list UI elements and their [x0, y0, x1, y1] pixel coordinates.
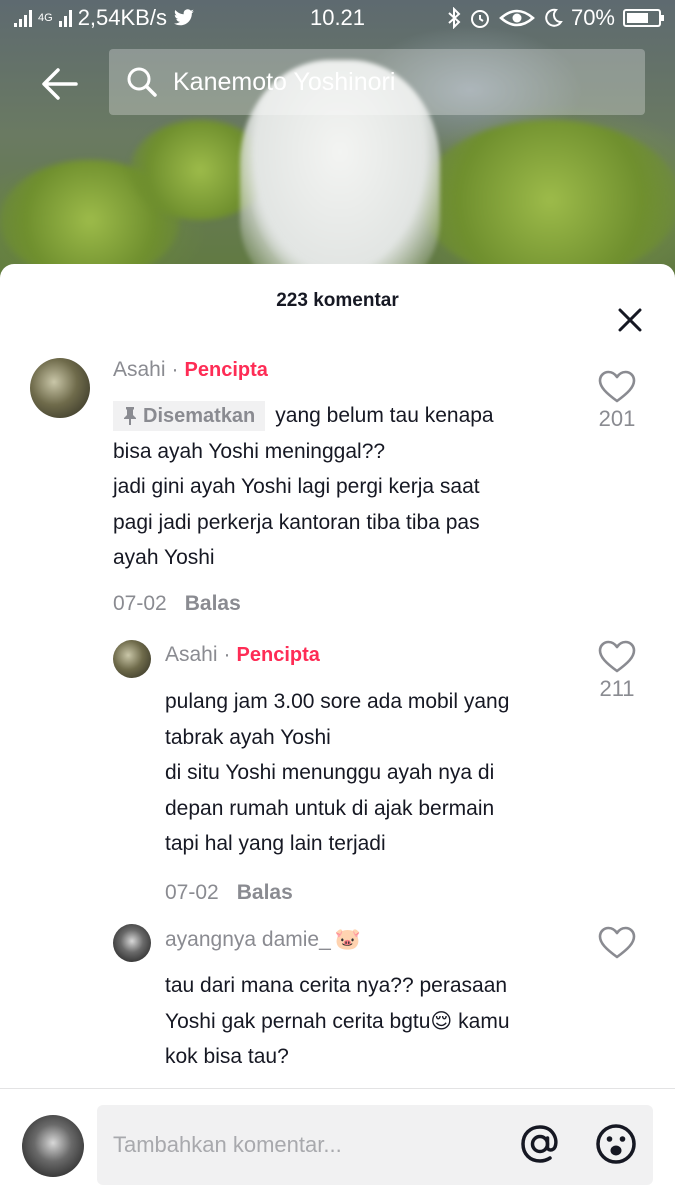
- username-text: Asahi: [113, 358, 166, 381]
- avatar[interactable]: [113, 640, 151, 678]
- reply-button[interactable]: Balas: [237, 881, 293, 905]
- bluetooth-icon: [448, 7, 461, 29]
- battery-icon: [623, 9, 664, 27]
- back-arrow-icon: [42, 68, 78, 100]
- avatar[interactable]: [30, 358, 90, 418]
- moon-icon: [545, 8, 563, 27]
- comment-input[interactable]: Tambahkan komentar...: [97, 1105, 653, 1185]
- close-button[interactable]: [610, 300, 650, 340]
- comment-line: tabrak ayah Yoshi: [165, 725, 331, 749]
- comment-meta: 07-02 Balas: [113, 592, 241, 616]
- heart-icon: [598, 926, 636, 959]
- comment-body: pulang jam 3.00 sore ada mobil yang tabr…: [165, 684, 585, 862]
- battery-level: [627, 13, 648, 23]
- username-text: ayangnya damie_: [165, 928, 331, 951]
- at-sign-icon: [521, 1125, 558, 1163]
- pinned-tag: Disematkan: [113, 401, 266, 432]
- comment-meta: 07-02 Balas: [165, 881, 293, 905]
- back-button[interactable]: [36, 60, 84, 108]
- username-text: Asahi: [165, 643, 218, 666]
- comment-line: depan rumah untuk di ajak bermain: [165, 796, 495, 820]
- user-avatar[interactable]: [22, 1115, 84, 1177]
- creator-badge: Pencipta: [184, 358, 268, 381]
- divider: [0, 1088, 675, 1089]
- separator-dot: ·: [223, 643, 231, 666]
- search-icon: [127, 67, 157, 97]
- network-speed: 2,54KB/s: [77, 5, 167, 30]
- comment-date: 07-02: [165, 881, 219, 904]
- comment-input-placeholder: Tambahkan komentar...: [113, 1132, 342, 1157]
- pin-icon: [124, 407, 136, 426]
- foliage: [420, 120, 675, 280]
- pig-emoji: 🐷: [334, 928, 361, 951]
- pinned-label: Disematkan: [143, 404, 256, 427]
- comment-line: ayah Yoshi: [113, 546, 215, 569]
- relieved-emoji: 😌: [430, 1009, 453, 1033]
- signal-icon: [58, 9, 72, 27]
- comment-username[interactable]: Asahi · Pencipta: [113, 358, 268, 382]
- status-bar: 4G 2,54KB/s 10.21 70%: [0, 0, 675, 36]
- mention-button[interactable]: [516, 1120, 564, 1168]
- emoji-button[interactable]: [592, 1120, 640, 1168]
- comment-body: Disematkan yang belum tau kenapa bisa ay…: [113, 398, 583, 576]
- comment-date: 07-02: [113, 592, 167, 615]
- like-count: 201: [598, 406, 636, 431]
- comment-line: Yoshi gak pernah cerita bgtu😌 kamu: [165, 1004, 585, 1040]
- comment-line-text: Yoshi gak pernah cerita bgtu: [165, 1009, 431, 1033]
- like-button[interactable]: 211: [592, 640, 642, 702]
- comment-line: pulang jam 3.00 sore ada mobil yang: [165, 690, 510, 713]
- heart-icon: [598, 640, 636, 673]
- comment-username[interactable]: Asahi · Pencipta: [165, 643, 320, 667]
- like-button[interactable]: [592, 926, 642, 960]
- reply-button[interactable]: Balas: [185, 592, 241, 616]
- like-count: 211: [599, 676, 635, 701]
- creator-badge: Pencipta: [236, 643, 320, 666]
- like-button[interactable]: 201: [592, 370, 642, 432]
- comment-line: di situ Yoshi menunggu ayah nya di: [165, 761, 495, 784]
- comment-line: pagi jadi perkerja kantoran tiba tiba pa…: [113, 510, 480, 534]
- comment-line: bisa ayah Yoshi meninggal??: [113, 439, 386, 463]
- comment-line: tau dari mana cerita nya?? perasaan: [165, 974, 508, 997]
- separator-dot: ·: [171, 358, 179, 381]
- search-query: Kanemoto Yoshinori: [173, 67, 396, 96]
- twitter-icon: [174, 9, 194, 26]
- comment-username[interactable]: ayangnya damie_ 🐷: [165, 928, 361, 952]
- search-bar[interactable]: Kanemoto Yoshinori: [109, 49, 645, 115]
- comment-line: jadi gini ayah Yoshi lagi pergi kerja sa…: [113, 475, 480, 498]
- alarm-icon: [470, 10, 489, 28]
- battery-percent: 70%: [570, 5, 615, 30]
- comment-line-text: kamu: [452, 1009, 510, 1033]
- avatar[interactable]: [113, 924, 151, 962]
- eye-icon: [499, 9, 535, 27]
- emoji-face-icon: [596, 1124, 636, 1164]
- comment-line: kok bisa tau?: [165, 1045, 289, 1068]
- comment-body: tau dari mana cerita nya?? perasaan Yosh…: [165, 968, 585, 1075]
- video-background: [0, 0, 675, 300]
- comment-line: tapi hal yang lain terjadi: [165, 832, 386, 855]
- comment-line: yang belum tau kenapa: [275, 404, 494, 427]
- signal-icon: [14, 9, 32, 27]
- network-type: 4G: [38, 11, 53, 24]
- comment-count-title: 223 komentar: [276, 290, 399, 311]
- close-icon: [618, 308, 642, 332]
- heart-icon: [598, 370, 636, 403]
